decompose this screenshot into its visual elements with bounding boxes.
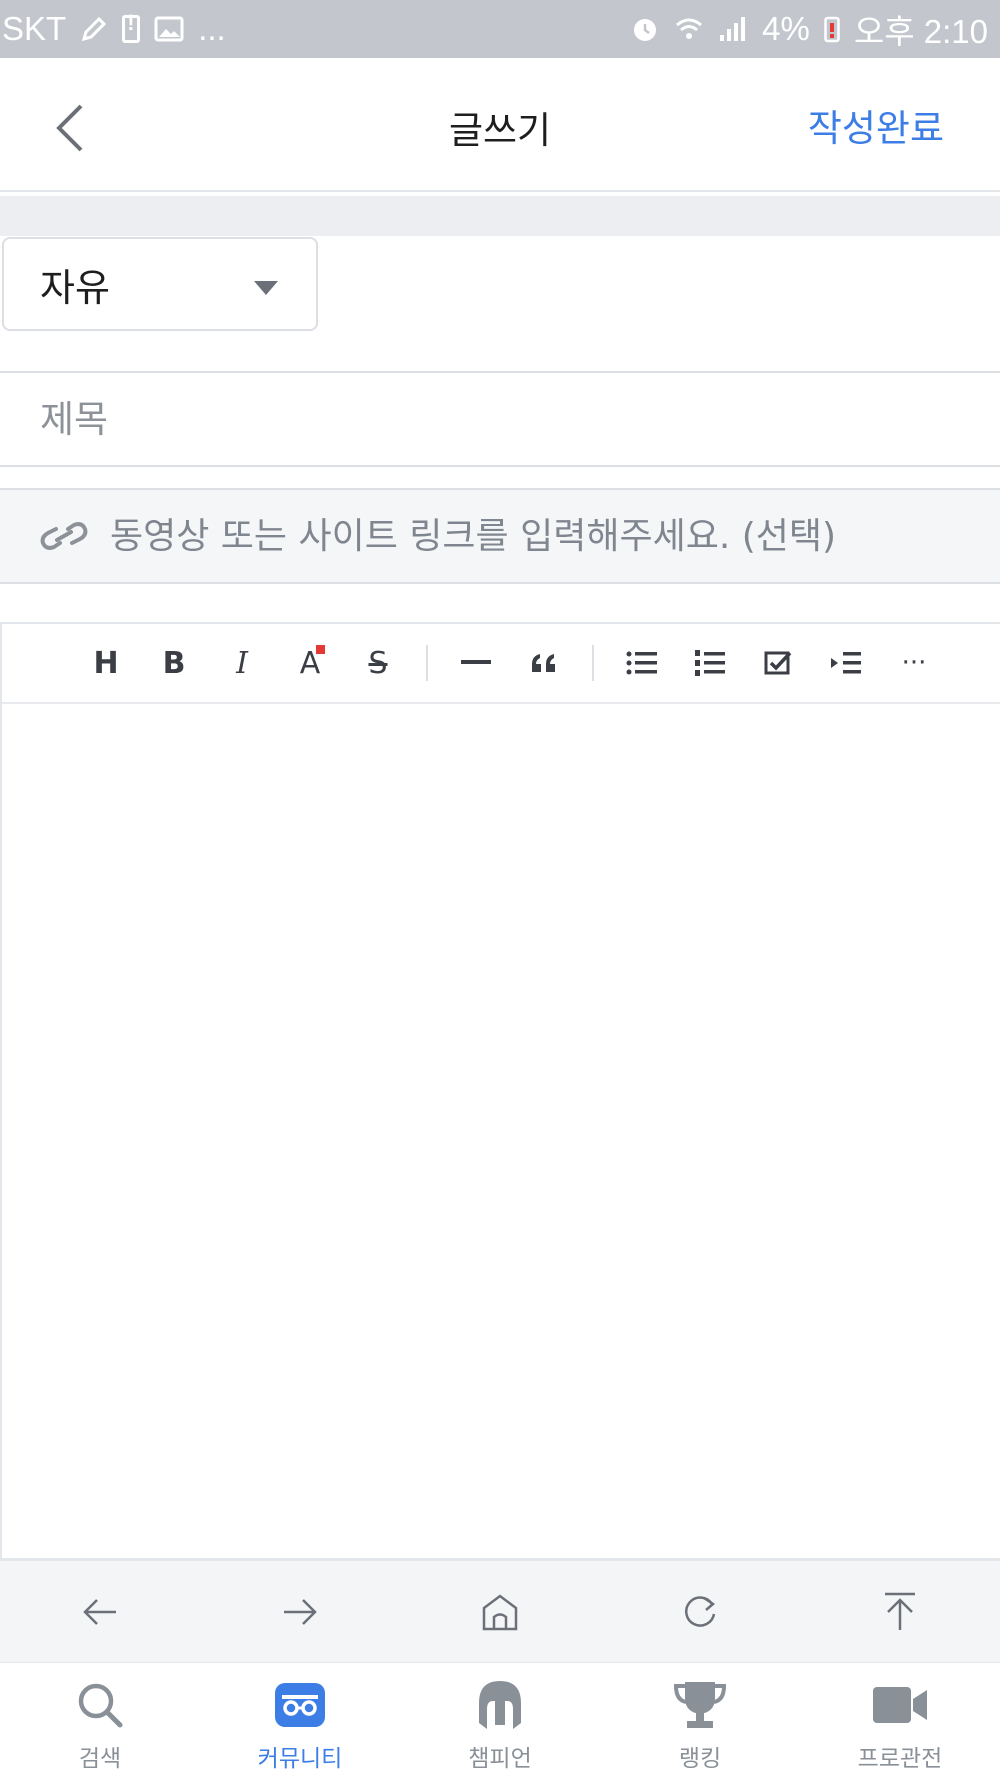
arrow-right-icon <box>284 1598 317 1625</box>
submit-button[interactable]: 작성완료 <box>808 98 944 152</box>
link-input[interactable] <box>110 515 930 557</box>
battery-alert-icon <box>122 10 141 43</box>
quote-button[interactable] <box>510 633 578 693</box>
champion-icon <box>479 1681 521 1729</box>
scroll-to-top-button[interactable] <box>860 1572 940 1652</box>
bold-button[interactable]: B <box>140 633 208 693</box>
browser-reload-button[interactable] <box>660 1572 740 1652</box>
bold-icon: B <box>162 645 186 681</box>
checklist-button[interactable] <box>744 633 812 693</box>
title-field <box>0 371 1000 467</box>
battery-percent: 4% <box>762 10 810 47</box>
italic-icon: I <box>236 645 248 681</box>
home-icon <box>482 1593 518 1630</box>
quote-icon <box>532 654 555 672</box>
toolbar-separator <box>426 645 428 681</box>
browser-forward-button[interactable] <box>260 1572 340 1652</box>
more-notifications: ... <box>198 10 226 47</box>
tab-label: 랭킹 <box>678 1746 722 1772</box>
category-value: 자유 <box>40 265 110 310</box>
tab-label: 프로관전 <box>857 1746 943 1772</box>
clock: 오후 2:10 <box>853 13 988 50</box>
indent-button[interactable] <box>812 633 880 693</box>
title-input[interactable] <box>40 397 940 441</box>
alarm-icon <box>630 14 660 44</box>
tab-label: 검색 <box>78 1746 122 1772</box>
chevron-left-icon <box>56 104 83 152</box>
arrow-to-top-icon <box>885 1592 915 1630</box>
status-bar: SKT ... 4% 오후 2:10 <box>0 0 1000 58</box>
carrier-label: SKT <box>2 10 67 47</box>
header-divider-band <box>0 196 1000 236</box>
community-icon <box>275 1683 325 1727</box>
italic-button[interactable]: I <box>208 633 276 693</box>
search-icon <box>78 1683 123 1728</box>
tab-community[interactable]: 커뮤니티 <box>200 1663 400 1778</box>
tab-label: 챔피언 <box>468 1746 532 1772</box>
bullet-list-icon <box>626 651 657 675</box>
tab-label: 커뮤니티 <box>257 1746 343 1772</box>
numbered-list-icon <box>695 650 725 676</box>
link-icon <box>40 522 88 550</box>
page-title: 글쓰기 <box>448 109 552 152</box>
category-select[interactable]: 자유 <box>2 237 318 331</box>
tab-champion[interactable]: 챔피언 <box>400 1663 600 1778</box>
text-color-button[interactable]: A <box>276 633 344 693</box>
numbered-list-button[interactable] <box>676 633 744 693</box>
battery-icon <box>824 15 840 43</box>
video-camera-icon <box>873 1687 927 1723</box>
tab-pro-watch[interactable]: 프로관전 <box>800 1663 1000 1778</box>
editor-content-area[interactable] <box>2 706 1000 1560</box>
more-icon: ··· <box>901 648 927 678</box>
more-options-button[interactable]: ··· <box>880 633 948 693</box>
caret-down-icon <box>254 281 278 295</box>
strikethrough-icon: S <box>368 645 388 681</box>
editor: H B I A S ··· <box>0 622 1000 1560</box>
browser-home-button[interactable] <box>460 1572 540 1652</box>
image-icon <box>154 16 184 42</box>
arrow-left-icon <box>83 1598 116 1625</box>
pencil-icon <box>80 15 108 43</box>
refresh-icon <box>685 1595 716 1627</box>
heading-icon: H <box>93 645 119 681</box>
horizontal-rule-button[interactable] <box>442 633 510 693</box>
checkbox-icon <box>764 651 792 675</box>
tab-ranking[interactable]: 랭킹 <box>600 1663 800 1778</box>
tab-search[interactable]: 검색 <box>0 1663 200 1778</box>
strikethrough-button[interactable]: S <box>344 633 412 693</box>
editor-toolbar: H B I A S ··· <box>2 624 1000 704</box>
bullet-list-button[interactable] <box>608 633 676 693</box>
back-button[interactable] <box>40 98 100 158</box>
toolbar-separator <box>592 645 594 681</box>
wifi-icon <box>674 14 704 44</box>
browser-navigation-bar <box>0 1560 1000 1662</box>
app-header: 글쓰기 작성완료 <box>0 58 1000 192</box>
color-swatch <box>316 645 325 654</box>
browser-back-button[interactable] <box>60 1572 140 1652</box>
indent-icon <box>831 652 861 674</box>
signal-icon <box>718 15 748 43</box>
bottom-tab-bar: 검색 커뮤니티 챔피언 랭킹 프로관전 <box>0 1662 1000 1778</box>
link-field <box>0 488 1000 584</box>
trophy-icon <box>673 1682 727 1728</box>
horizontal-rule-icon <box>461 660 491 664</box>
heading-button[interactable]: H <box>72 633 140 693</box>
